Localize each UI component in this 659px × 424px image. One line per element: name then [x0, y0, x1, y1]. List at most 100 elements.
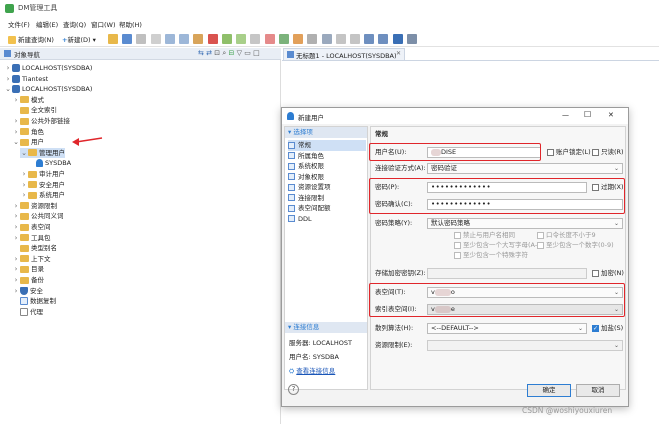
salt-checkbox[interactable]: ✓ 加盐(S): [592, 323, 623, 333]
chevron-right-icon[interactable]: ›: [12, 286, 20, 296]
chevron-right-icon[interactable]: ›: [20, 180, 28, 190]
tree-item[interactable]: › 表空间: [12, 222, 51, 232]
option-item[interactable]: 对象权限: [288, 172, 366, 183]
chevron-right-icon[interactable]: ›: [12, 95, 20, 105]
menu-query[interactable]: 查询(Q): [63, 19, 86, 29]
chevron-right-icon[interactable]: ›: [12, 116, 20, 126]
hash-select[interactable]: <--DEFAULT--> ⌄: [427, 323, 587, 334]
tree-item[interactable]: › 审计用户: [20, 169, 65, 179]
chevron-right-icon[interactable]: ›: [20, 190, 28, 200]
help-icon[interactable]: ?: [288, 384, 299, 395]
chevron-right-icon[interactable]: ›: [12, 254, 20, 264]
tree-item[interactable]: 类型别名: [12, 243, 57, 253]
back-icon[interactable]: [364, 34, 375, 44]
window-icon[interactable]: [406, 34, 417, 44]
tree-item[interactable]: › 公共同义词: [12, 211, 64, 221]
disconnect-icon[interactable]: ⇄: [206, 49, 212, 57]
save-icon[interactable]: [122, 34, 133, 44]
chevron-down-icon[interactable]: ⌄: [4, 84, 12, 94]
delete-icon[interactable]: [207, 34, 218, 44]
paste-icon[interactable]: [193, 34, 204, 44]
tree-item[interactable]: › 系统用户: [20, 190, 65, 200]
comment-icon[interactable]: [335, 34, 346, 44]
chevron-right-icon[interactable]: ›: [12, 201, 20, 211]
policy-opt-3[interactable]: 至少包含一个大写字母(A-Z): [454, 240, 544, 250]
cut-icon[interactable]: [164, 34, 175, 44]
policy-opt-1[interactable]: 禁止与用户名相同: [454, 230, 515, 240]
menu-file[interactable]: 文件(F): [8, 19, 30, 29]
tree-item[interactable]: › 模式: [12, 95, 44, 105]
tree-item[interactable]: › Tiantest: [4, 74, 48, 84]
maximize-panel-icon[interactable]: □: [253, 49, 260, 57]
chevron-right-icon[interactable]: ›: [12, 233, 20, 243]
tree-item[interactable]: › 公共外部链接: [12, 116, 70, 126]
password-input[interactable]: •••••••••••••: [427, 182, 587, 193]
print-icon[interactable]: [150, 34, 161, 44]
tree-item[interactable]: 代理: [12, 307, 43, 317]
option-item[interactable]: 系统权限: [288, 161, 366, 172]
expired-checkbox[interactable]: 过期(X): [592, 182, 624, 192]
chevron-down-icon[interactable]: ⌄: [12, 137, 20, 147]
password-confirm-input[interactable]: •••••••••••••: [427, 199, 623, 210]
chevron-right-icon[interactable]: ›: [12, 211, 20, 221]
resource-select[interactable]: ⌄: [427, 340, 623, 351]
menu-window[interactable]: 窗口(W): [91, 19, 116, 29]
tree-item[interactable]: › 角色: [12, 127, 44, 137]
run-icon[interactable]: [221, 34, 232, 44]
commit-icon[interactable]: [278, 34, 289, 44]
option-item[interactable]: DDL: [288, 214, 366, 225]
option-item[interactable]: 常规: [288, 140, 366, 151]
chevron-down-icon[interactable]: ⌄: [20, 148, 28, 158]
chevron-right-icon[interactable]: ›: [4, 74, 12, 84]
tree-item[interactable]: › 工具包: [12, 233, 51, 243]
policy-opt-2[interactable]: 口令长度不小于9: [537, 230, 596, 240]
rollback-icon[interactable]: [293, 34, 304, 44]
tablespace-select[interactable]: vo ⌄: [427, 287, 623, 298]
tree-item[interactable]: ⌄ 管理用户: [20, 147, 65, 158]
chevron-right-icon[interactable]: ›: [12, 127, 20, 137]
tree-item[interactable]: › 资源限制: [12, 201, 57, 211]
dialog-minimize-button[interactable]: —: [562, 111, 569, 119]
auth-mode-select[interactable]: 密码验证 ⌄: [427, 163, 623, 174]
policy-select[interactable]: 默认密码策略 ⌄: [427, 218, 623, 229]
policy-opt-5[interactable]: 至少包含一个特殊字符: [454, 250, 528, 260]
index-tablespace-select[interactable]: ve ⌄: [427, 304, 623, 315]
tab-close-icon[interactable]: ✕: [396, 50, 401, 57]
explain-icon[interactable]: [250, 34, 261, 44]
filter-icon[interactable]: ⊡: [214, 49, 220, 57]
chevron-right-icon[interactable]: ›: [12, 275, 20, 285]
search-icon[interactable]: ⌕: [222, 49, 226, 57]
tree-item[interactable]: 数据复制: [12, 296, 56, 306]
policy-opt-4[interactable]: 至少包含一个数字(0-9): [537, 240, 614, 250]
tree-item[interactable]: › 安全: [12, 286, 43, 296]
new-button[interactable]: +新建(D) ▾: [62, 34, 96, 44]
cancel-button[interactable]: 取消: [576, 384, 620, 397]
new-query-button[interactable]: 新建查询(N): [8, 34, 54, 44]
format-icon[interactable]: [307, 34, 318, 44]
option-item[interactable]: 所属角色: [288, 151, 366, 162]
option-item[interactable]: 表空间配额: [288, 203, 366, 214]
chevron-right-icon[interactable]: ›: [12, 264, 20, 274]
menu-icon[interactable]: ▽: [237, 49, 242, 57]
connect-icon[interactable]: ⇆: [198, 49, 204, 57]
account-lock-checkbox[interactable]: 账户锁定(L): [547, 147, 591, 157]
chevron-right-icon[interactable]: ›: [12, 222, 20, 232]
tree-item[interactable]: 全文索引: [12, 105, 57, 115]
forward-icon[interactable]: [378, 34, 389, 44]
tree-item[interactable]: SYSDBA: [28, 158, 71, 168]
uncomment-icon[interactable]: [349, 34, 360, 44]
ok-button[interactable]: 确定: [527, 384, 571, 397]
tree-item[interactable]: ⌄ 用户: [12, 137, 44, 147]
option-item[interactable]: 连接限制: [288, 193, 366, 204]
tree-item[interactable]: › 安全用户: [20, 180, 65, 190]
editor-tab[interactable]: 无标题1 - LOCALHOST(SYSDBA) ✕: [283, 48, 405, 60]
option-item[interactable]: 资源设置项: [288, 182, 366, 193]
dialog-maximize-button[interactable]: ☐: [584, 110, 591, 119]
save-all-icon[interactable]: [136, 34, 147, 44]
minimize-panel-icon[interactable]: ▭: [244, 49, 251, 57]
tree-item[interactable]: › 上下文: [12, 254, 51, 264]
encrypt-key-input[interactable]: [427, 268, 587, 279]
tree-item[interactable]: › 备份: [12, 275, 44, 285]
open-icon[interactable]: [108, 34, 118, 44]
tree-item[interactable]: › LOCALHOST(SYSDBA): [4, 63, 92, 73]
